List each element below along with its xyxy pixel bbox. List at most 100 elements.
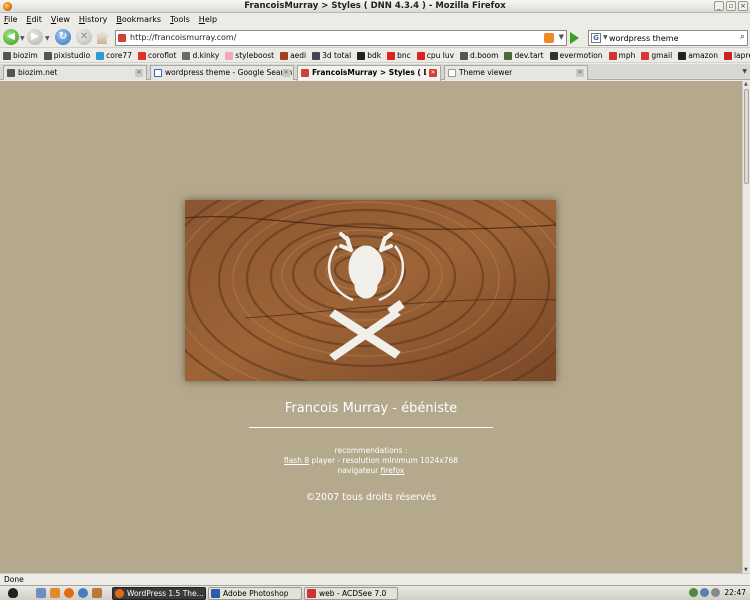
bookmark-favicon-icon bbox=[225, 51, 234, 60]
bookmark-favicon-icon bbox=[723, 51, 732, 60]
bookmark-amazon[interactable]: amazon bbox=[678, 51, 718, 60]
tray-settings-icon[interactable] bbox=[711, 588, 720, 597]
stop-button[interactable]: ✕ bbox=[76, 29, 92, 45]
bookmark-label: mph bbox=[618, 51, 636, 60]
tab-page-icon bbox=[448, 69, 456, 77]
bookmark-label: d.kinky bbox=[192, 51, 220, 60]
tab-google-search[interactable]: wordpress theme - Google Search ✕ bbox=[150, 65, 294, 80]
menu-tools[interactable]: Tools bbox=[170, 13, 190, 26]
tab-favicon-icon bbox=[301, 69, 309, 77]
bookmark-aedi[interactable]: aedi bbox=[280, 51, 306, 60]
tab-close-icon[interactable]: ✕ bbox=[135, 69, 143, 77]
bookmark-favicon-icon bbox=[549, 51, 558, 60]
back-button[interactable]: ◀ bbox=[3, 29, 19, 45]
back-history-dropdown-icon[interactable]: ▼ bbox=[20, 35, 25, 42]
firefox-link[interactable]: firefox bbox=[381, 466, 405, 475]
acdsee-icon bbox=[307, 589, 316, 598]
taskbar-item-photoshop[interactable]: Adobe Photoshop bbox=[208, 587, 302, 600]
home-button[interactable] bbox=[95, 30, 109, 44]
reload-button[interactable]: ↻ bbox=[55, 29, 71, 45]
bookmark-styleboost[interactable]: styleboost bbox=[225, 51, 274, 60]
tab-close-icon[interactable]: ✕ bbox=[429, 69, 437, 77]
close-button[interactable]: × bbox=[738, 1, 748, 11]
bookmark-label: d.boom bbox=[470, 51, 499, 60]
bookmark-core77[interactable]: core77 bbox=[96, 51, 132, 60]
tab-close-icon[interactable]: ✕ bbox=[576, 69, 584, 77]
search-engine-dropdown-icon[interactable]: ▼ bbox=[603, 34, 608, 41]
bookmark-dev-tart[interactable]: dev.tart bbox=[504, 51, 544, 60]
tab-theme-viewer[interactable]: Theme viewer ✕ bbox=[444, 65, 588, 80]
bookmark-coroflot[interactable]: coroflot bbox=[137, 51, 176, 60]
taskbar-item-acdsee[interactable]: web - ACDSee 7.0 bbox=[304, 587, 398, 600]
resolution-text: player - resolution minimum 1024x768 bbox=[309, 456, 459, 465]
bookmark-favicon-icon bbox=[387, 51, 396, 60]
google-search-engine-icon[interactable]: G bbox=[591, 33, 601, 43]
forward-arrow-icon: ▶ bbox=[31, 31, 39, 42]
bookmark-label: core77 bbox=[106, 51, 132, 60]
tray-volume-icon[interactable] bbox=[700, 588, 709, 597]
scrollbar-thumb[interactable] bbox=[744, 89, 749, 184]
menu-history[interactable]: History bbox=[79, 13, 107, 26]
copyright-text: ©2007 tous droits réservés bbox=[305, 492, 437, 503]
minimize-button[interactable]: _ bbox=[714, 1, 724, 11]
forward-history-dropdown-icon[interactable]: ▼ bbox=[45, 35, 50, 42]
search-magnifier-icon[interactable]: ⌕ bbox=[740, 32, 745, 42]
url-bar[interactable]: http://francoismurray.com/ ▼ bbox=[115, 30, 567, 46]
clock: 22:47 bbox=[724, 588, 746, 597]
tab-list-dropdown-icon[interactable]: ▼ bbox=[742, 68, 747, 75]
bookmark-cpu-luv[interactable]: cpu luv bbox=[416, 51, 454, 60]
bookmark-bnc[interactable]: bnc bbox=[387, 51, 411, 60]
bookmark-mph[interactable]: mph bbox=[608, 51, 636, 60]
back-arrow-icon: ◀ bbox=[7, 31, 15, 42]
flash-link[interactable]: flash 8 bbox=[284, 456, 309, 465]
quicklaunch-desktop-icon[interactable] bbox=[36, 588, 46, 598]
quicklaunch-globe-icon[interactable] bbox=[78, 588, 88, 598]
bookmark-evermotion[interactable]: evermotion bbox=[549, 51, 603, 60]
menu-file[interactable]: File bbox=[4, 13, 17, 26]
forward-button[interactable]: ▶ bbox=[27, 29, 43, 45]
quicklaunch-firefox-icon[interactable] bbox=[64, 588, 74, 598]
rss-feed-icon[interactable] bbox=[544, 33, 554, 43]
recommendations-heading: recommendations : bbox=[334, 446, 408, 455]
window-titlebar: FrancoisMurray > Styles ( DNN 4.3.4 ) - … bbox=[0, 0, 750, 13]
maximize-button[interactable]: ▫ bbox=[726, 1, 736, 11]
menu-help[interactable]: Help bbox=[199, 13, 217, 26]
menu-bookmarks[interactable]: Bookmarks bbox=[116, 13, 161, 26]
bookmark-biozim[interactable]: biozim bbox=[3, 51, 38, 60]
tab-favicon-icon bbox=[7, 69, 15, 77]
go-button[interactable] bbox=[570, 32, 579, 44]
bookmark-d-boom[interactable]: d.boom bbox=[460, 51, 498, 60]
menu-bar: File Edit View History Bookmarks Tools H… bbox=[0, 13, 750, 26]
browser-text: navigateur bbox=[337, 466, 381, 475]
tray-network-icon[interactable] bbox=[689, 588, 698, 597]
menu-view[interactable]: View bbox=[51, 13, 70, 26]
window-title: FrancoisMurray > Styles ( DNN 4.3.4 ) - … bbox=[244, 1, 506, 11]
bookmark-d-kinky[interactable]: d.kinky bbox=[182, 51, 219, 60]
search-bar[interactable]: G ▼ ⌕ bbox=[588, 30, 748, 46]
bookmark-pixistudio[interactable]: pixistudio bbox=[43, 51, 90, 60]
bookmark-favicon-icon bbox=[460, 51, 469, 60]
tab-francoismurray[interactable]: FrancoisMurray > Styles ( D... ✕ bbox=[297, 65, 441, 81]
quicklaunch-folder-icon[interactable] bbox=[50, 588, 60, 598]
firefox-icon bbox=[115, 589, 124, 598]
scroll-up-icon[interactable]: ▲ bbox=[744, 81, 748, 87]
taskbar-item-wordpress[interactable]: WordPress 1.5 The... bbox=[112, 587, 206, 600]
url-history-dropdown-icon[interactable]: ▼ bbox=[559, 33, 564, 41]
apple-menu-icon[interactable] bbox=[8, 588, 18, 598]
bookmark-label: styleboost bbox=[235, 51, 275, 60]
page-content: Francois Murray - ébéniste recommendatio… bbox=[0, 81, 742, 573]
quicklaunch-tools-icon[interactable] bbox=[92, 588, 102, 598]
search-input[interactable] bbox=[609, 32, 733, 44]
bookmark-3d-total[interactable]: 3d total bbox=[312, 51, 351, 60]
bookmark-lapresse[interactable]: lapresse bbox=[723, 51, 750, 60]
tab-close-icon[interactable]: ✕ bbox=[282, 69, 290, 77]
tab-label: Theme viewer bbox=[459, 68, 513, 77]
bookmark-favicon-icon bbox=[641, 51, 650, 60]
bookmark-gmail[interactable]: gmail bbox=[641, 51, 672, 60]
bookmark-bdk[interactable]: bdk bbox=[357, 51, 381, 60]
tab-biozim[interactable]: biozim.net ✕ bbox=[3, 65, 147, 80]
bookmark-favicon-icon bbox=[416, 51, 425, 60]
menu-edit[interactable]: Edit bbox=[26, 13, 42, 26]
vertical-scrollbar[interactable]: ▲ ▼ bbox=[742, 81, 750, 573]
tab-label: FrancoisMurray > Styles ( D... bbox=[312, 68, 426, 77]
